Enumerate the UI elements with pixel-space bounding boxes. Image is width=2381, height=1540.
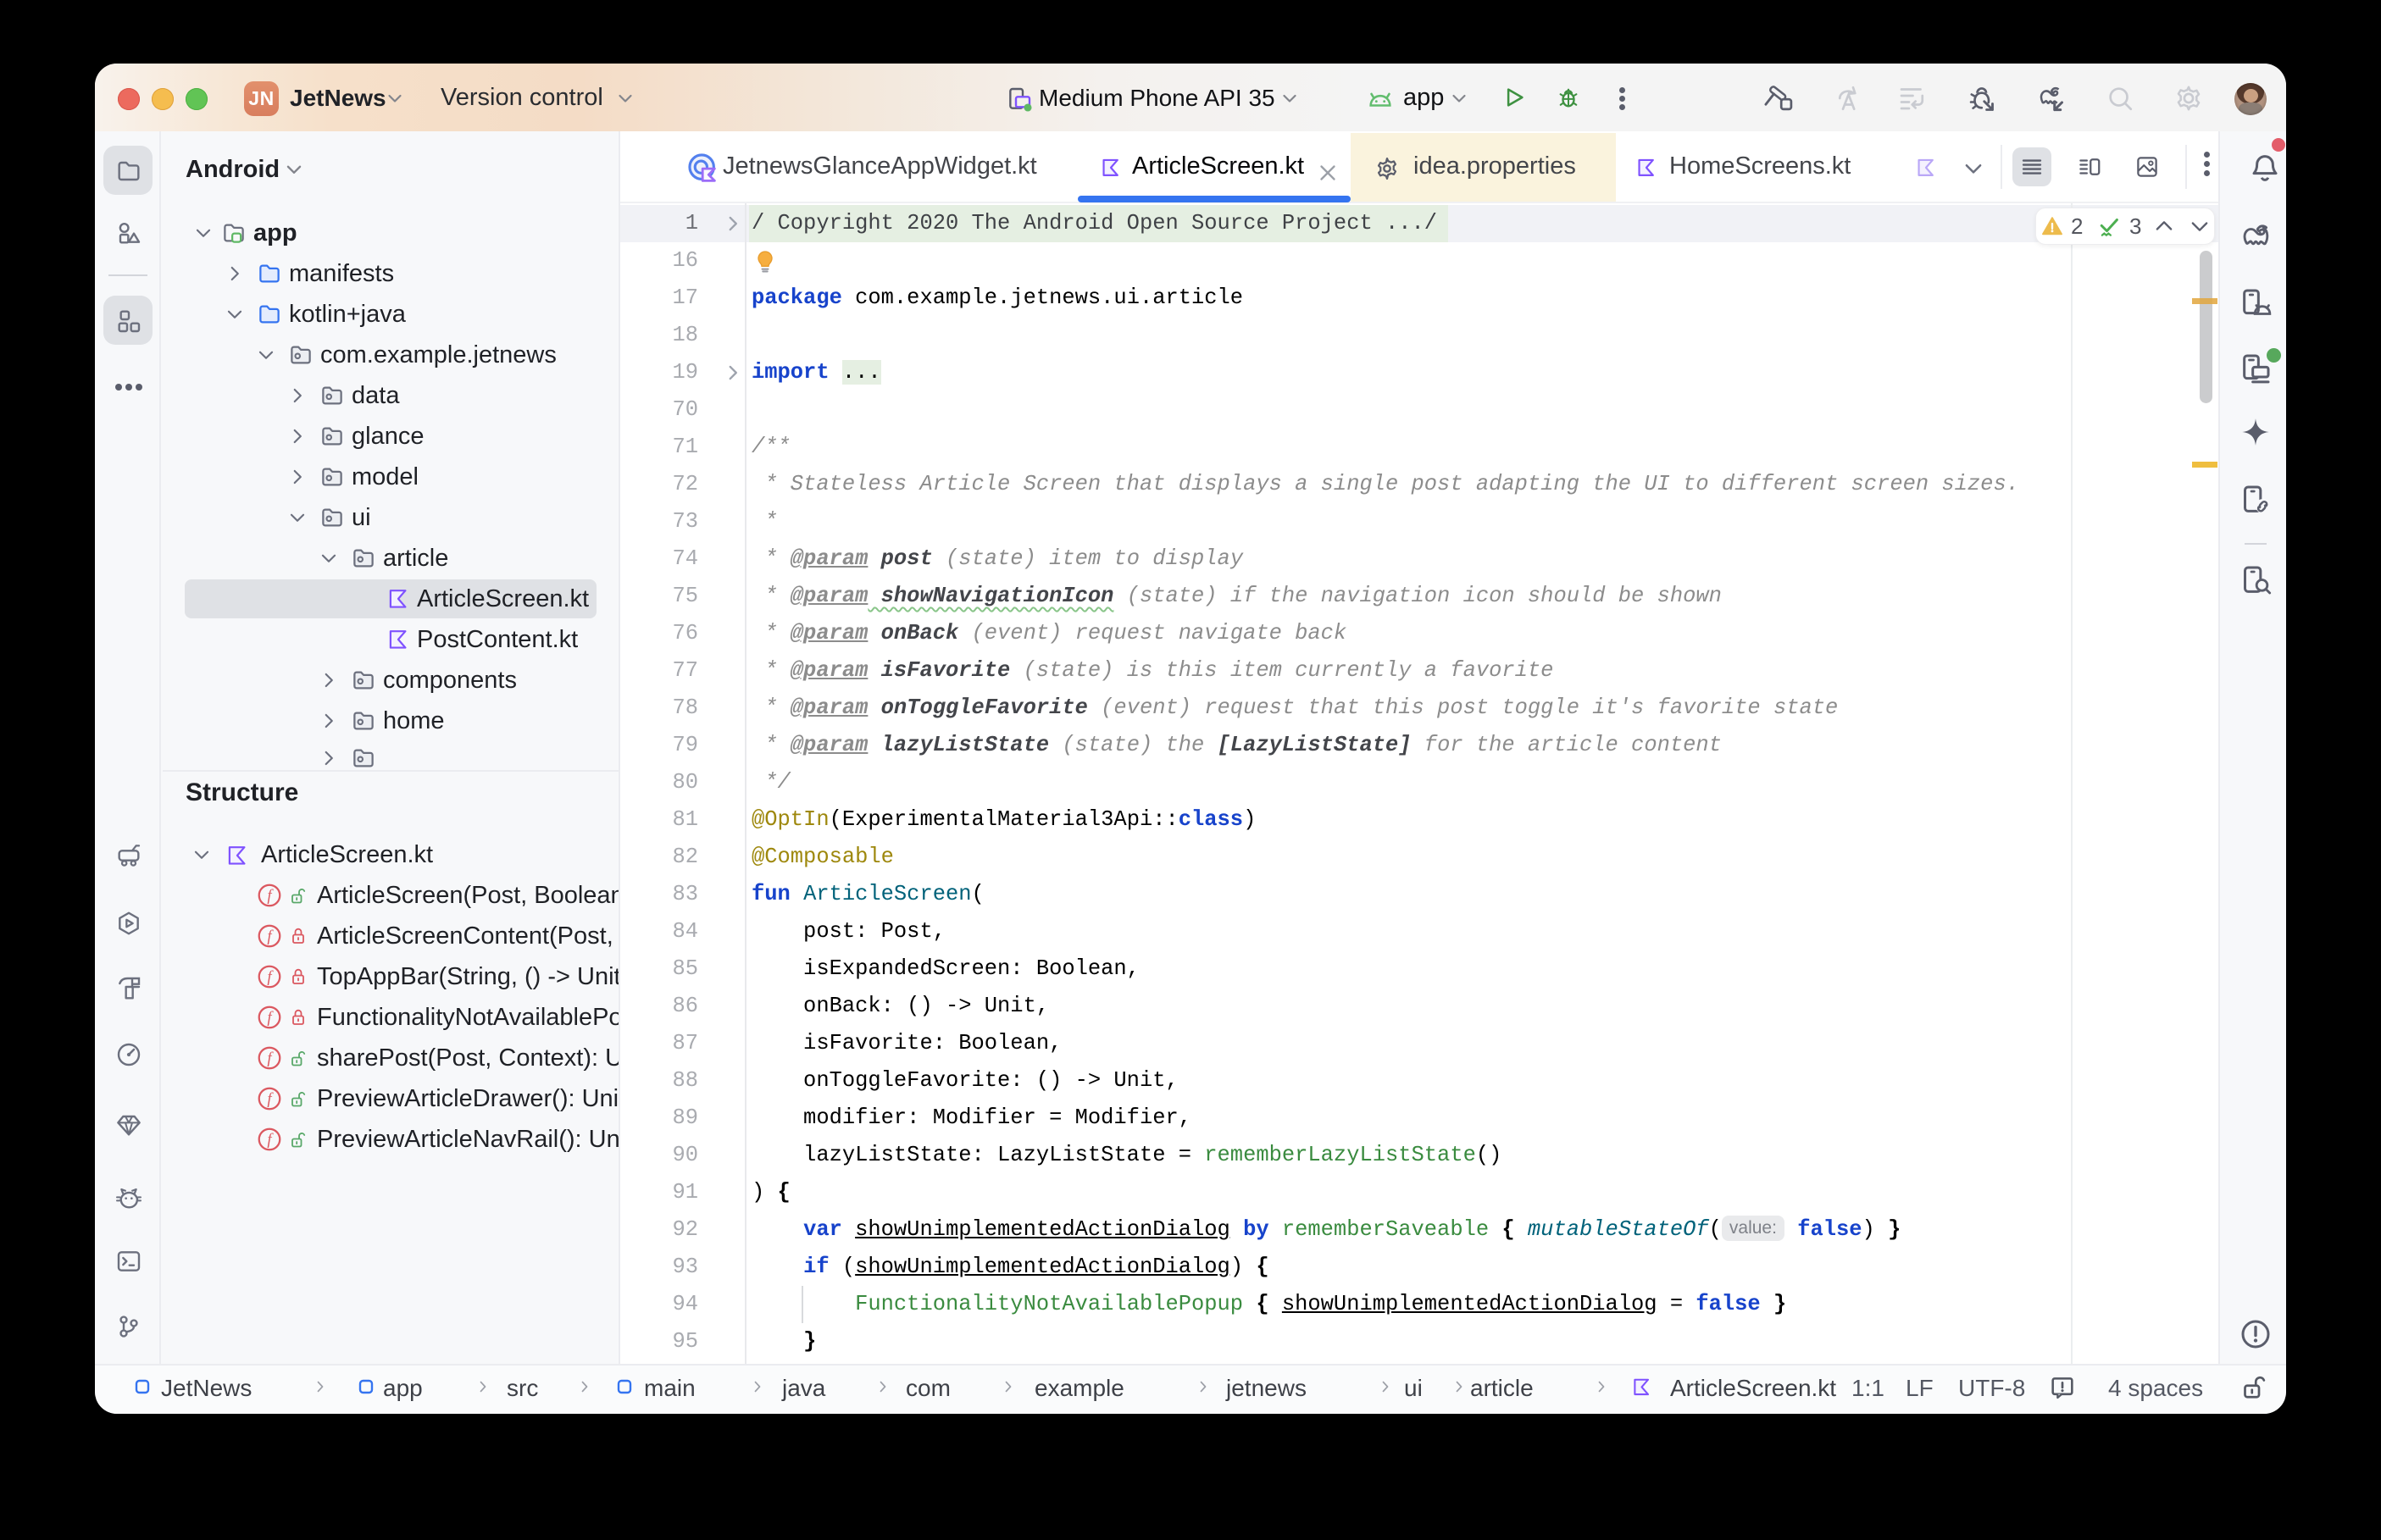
svg-text:f: f — [267, 1009, 274, 1027]
svg-text:f: f — [267, 1131, 274, 1149]
svg-text:f: f — [267, 1090, 274, 1108]
svg-text:f: f — [267, 1050, 274, 1067]
svg-text:f: f — [267, 887, 274, 905]
svg-text:f: f — [267, 968, 274, 986]
svg-text:f: f — [267, 928, 274, 945]
